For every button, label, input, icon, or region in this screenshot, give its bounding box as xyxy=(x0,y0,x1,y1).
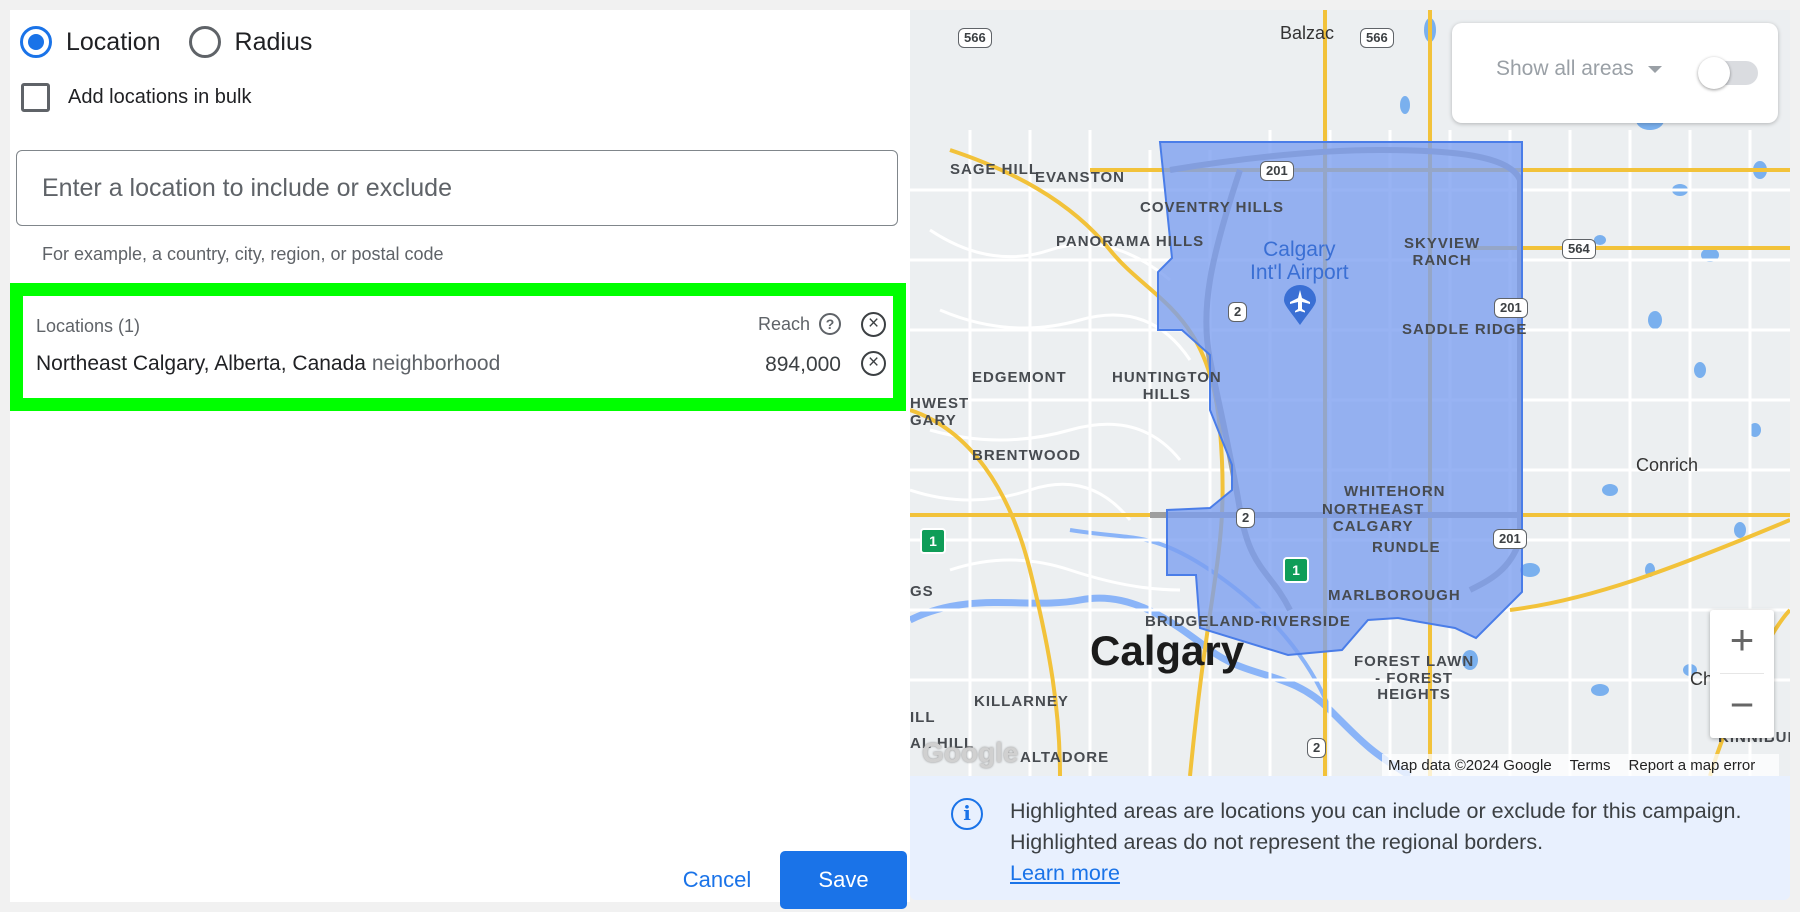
remove-all-icon[interactable]: × xyxy=(861,312,886,337)
airport-label-line2: Int'l Airport xyxy=(1250,261,1349,285)
dropdown-caret-icon xyxy=(1647,65,1662,73)
bulk-checkbox[interactable] xyxy=(21,83,50,112)
cancel-button[interactable]: Cancel xyxy=(663,851,771,909)
search-hint: For example, a country, city, region, or… xyxy=(42,244,444,264)
map-label: Balzac xyxy=(1280,23,1335,43)
map-label: EDGEMONT xyxy=(972,369,1067,386)
map-label: Calgary xyxy=(1090,627,1245,674)
toggle-knob xyxy=(1698,57,1730,89)
bulk-label: Add locations in bulk xyxy=(68,86,252,108)
map-label: PANORAMA HILLS xyxy=(1056,233,1205,250)
reach-label: Reach xyxy=(757,314,810,334)
targeting-radio-group: Location Radius xyxy=(20,26,340,58)
huntington-line1: HUNTINGTON xyxy=(1112,369,1222,386)
report-error-link[interactable]: Report a map error xyxy=(1629,757,1756,774)
map-label: ALTADORE xyxy=(1020,749,1110,766)
zoom-control: + − xyxy=(1710,610,1774,738)
map-label: ILL xyxy=(910,709,936,726)
route-shield: 566 xyxy=(958,28,992,48)
huntington-line2: HILLS xyxy=(1142,385,1192,403)
map-label: RUNDLE xyxy=(1372,539,1441,556)
trans-canada-shield: 1 xyxy=(1283,557,1309,583)
forest-line1: FOREST LAWN xyxy=(1354,653,1475,670)
location-item-name: Northeast Calgary, Alberta, Canada neigh… xyxy=(36,352,500,376)
show-areas-card: Show all areas xyxy=(1452,23,1778,123)
route-shield: 201 xyxy=(1493,529,1527,549)
map-label: COVENTRY HILLS xyxy=(1140,199,1285,216)
zoom-out-button[interactable]: − xyxy=(1710,675,1774,738)
location-radio-label: Location xyxy=(66,27,161,56)
location-panel: Location Radius Add locations in bulk Fo… xyxy=(10,10,910,909)
show-areas-toggle[interactable] xyxy=(1698,57,1758,89)
location-name: Northeast Calgary, Alberta, Canada xyxy=(36,352,366,375)
location-radio[interactable] xyxy=(20,26,52,58)
map-label: HWEST GARY xyxy=(910,395,970,429)
skyview-line2: RANCH xyxy=(1412,251,1472,269)
map-label: MARLBOROUGH xyxy=(1328,587,1461,604)
route-shield: 564 xyxy=(1562,239,1596,259)
map-label: NORTHEAST CALGARY xyxy=(1322,501,1425,535)
zoom-in-button[interactable]: + xyxy=(1710,610,1774,673)
map-label: KILLARNEY xyxy=(974,693,1069,710)
radius-radio[interactable] xyxy=(188,26,221,58)
zoom-divider xyxy=(1720,673,1764,674)
terms-link[interactable]: Terms xyxy=(1570,757,1611,774)
map-label: Conrich xyxy=(1636,455,1699,475)
map-label: BRENTWOOD xyxy=(972,447,1081,464)
route-shield: 2 xyxy=(1228,302,1248,322)
forest-line2: - FOREST xyxy=(1375,669,1454,687)
forest-line3: HEIGHTS xyxy=(1377,686,1451,703)
hwest-line2: GARY xyxy=(910,411,957,429)
bulk-locations-option[interactable]: Add locations in bulk xyxy=(21,83,251,112)
map-data-credit: Map data ©2024 Google xyxy=(1388,756,1552,774)
northeast-line2: CALGARY xyxy=(1332,517,1414,535)
show-areas-label: Show all areas xyxy=(1496,57,1634,80)
skyview-line1: SKYVIEW xyxy=(1404,235,1481,252)
airport-label-line1: Calgary xyxy=(1263,238,1336,261)
info-text: Highlighted areas are locations you can … xyxy=(1010,796,1750,889)
route-shield: 2 xyxy=(1307,738,1327,758)
google-logo: Google xyxy=(922,737,1019,768)
airport-icon xyxy=(1284,285,1316,325)
radius-radio-option[interactable]: Radius xyxy=(188,26,313,58)
hwest-line1: HWEST xyxy=(910,395,970,412)
map-label: WHITEHORN xyxy=(1344,483,1446,500)
show-areas-dropdown[interactable]: Show all areas xyxy=(1496,57,1662,81)
radius-radio-label: Radius xyxy=(234,27,313,56)
map-label: SAGE HILL xyxy=(950,161,1040,178)
trans-canada-shield: 1 xyxy=(920,528,946,554)
info-banner: i Highlighted areas are locations you ca… xyxy=(910,776,1790,900)
map-label: GS xyxy=(910,583,934,600)
map-label: HUNTINGTON HILLS xyxy=(1112,369,1222,403)
info-message: Highlighted areas are locations you can … xyxy=(1010,799,1742,854)
locations-header: Locations (1) xyxy=(36,316,141,336)
location-reach: 894,000 xyxy=(765,353,841,376)
map-attribution: Map data ©2024 Google Terms Report a map… xyxy=(1382,754,1780,776)
map-canvas xyxy=(910,10,1790,776)
northeast-line1: NORTHEAST xyxy=(1322,501,1425,518)
selected-locations-box: Locations (1) Reach ? × Northeast Calgar… xyxy=(10,283,906,411)
location-type: neighborhood xyxy=(371,352,501,375)
route-shield: 201 xyxy=(1494,298,1528,318)
map-label: EVANSTON xyxy=(1035,169,1125,186)
location-search-input[interactable] xyxy=(16,150,898,226)
location-radio-option[interactable]: Location xyxy=(20,26,161,58)
learn-more-link[interactable]: Learn more xyxy=(1010,858,1120,889)
route-shield: 201 xyxy=(1260,161,1294,181)
route-shield: 2 xyxy=(1236,508,1256,528)
map-label: FOREST LAWN - FOREST HEIGHTS xyxy=(1354,653,1475,704)
map-label: SADDLE RIDGE xyxy=(1402,321,1528,338)
route-shield: 566 xyxy=(1360,28,1394,48)
remove-location-icon[interactable]: × xyxy=(861,351,886,376)
info-icon: i xyxy=(951,798,983,830)
help-icon[interactable]: ? xyxy=(819,313,841,335)
map-label: SKYVIEW RANCH xyxy=(1404,235,1481,269)
map-view[interactable]: Balzac SAGE HILL EVANSTON COVENTRY HILLS… xyxy=(910,10,1790,776)
map-label: Calgary Int'l Airport xyxy=(1250,238,1349,284)
save-button[interactable]: Save xyxy=(780,851,907,909)
